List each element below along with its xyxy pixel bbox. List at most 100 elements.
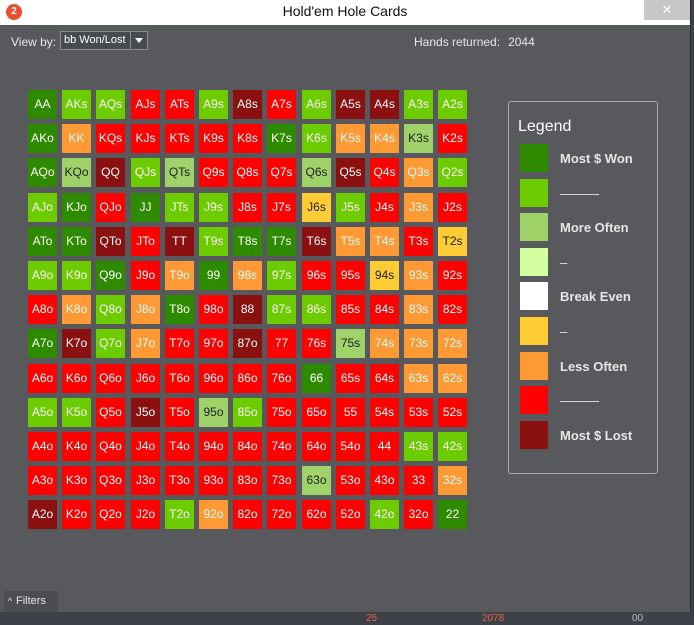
hand-cell-63s[interactable]: 63s (404, 364, 433, 393)
hand-cell-Q8s[interactable]: Q8s (233, 158, 262, 187)
hand-cell-99[interactable]: 99 (199, 261, 228, 290)
hand-cell-86o[interactable]: 86o (233, 364, 262, 393)
hand-cell-KTs[interactable]: KTs (165, 124, 194, 153)
hand-cell-J7s[interactable]: J7s (267, 193, 296, 222)
hand-cell-T4o[interactable]: T4o (165, 432, 194, 461)
hand-cell-75o[interactable]: 75o (267, 398, 296, 427)
hand-cell-Q3s[interactable]: Q3s (404, 158, 433, 187)
hand-cell-KK[interactable]: KK (62, 124, 91, 153)
hand-cell-J2s[interactable]: J2s (438, 193, 467, 222)
hand-cell-J6s[interactable]: J6s (302, 193, 331, 222)
hand-cell-86s[interactable]: 86s (302, 295, 331, 324)
hand-cell-53s[interactable]: 53s (404, 398, 433, 427)
hand-cell-K3s[interactable]: K3s (404, 124, 433, 153)
hand-cell-ATo[interactable]: ATo (28, 227, 57, 256)
hand-cell-98s[interactable]: 98s (233, 261, 262, 290)
hand-cell-93s[interactable]: 93s (404, 261, 433, 290)
hand-cell-T8s[interactable]: T8s (233, 227, 262, 256)
hand-cell-32o[interactable]: 32o (404, 500, 433, 529)
hand-cell-K7s[interactable]: K7s (267, 124, 296, 153)
hand-cell-A4s[interactable]: A4s (370, 90, 399, 119)
hand-cell-44[interactable]: 44 (370, 432, 399, 461)
hand-cell-QJs[interactable]: QJs (131, 158, 160, 187)
hand-cell-Q9s[interactable]: Q9s (199, 158, 228, 187)
hand-cell-Q4o[interactable]: Q4o (96, 432, 125, 461)
filters-toggle[interactable]: ^ Filters (4, 591, 58, 612)
hand-cell-K6s[interactable]: K6s (302, 124, 331, 153)
hand-cell-95o[interactable]: 95o (199, 398, 228, 427)
hand-cell-A8o[interactable]: A8o (28, 295, 57, 324)
hand-cell-Q8o[interactable]: Q8o (96, 295, 125, 324)
hand-cell-Q6o[interactable]: Q6o (96, 364, 125, 393)
hand-cell-A6s[interactable]: A6s (302, 90, 331, 119)
hand-cell-54o[interactable]: 54o (336, 432, 365, 461)
hand-cell-92o[interactable]: 92o (199, 500, 228, 529)
hand-cell-J3o[interactable]: J3o (131, 466, 160, 495)
hand-cell-97s[interactable]: 97s (267, 261, 296, 290)
hand-cell-TT[interactable]: TT (165, 227, 194, 256)
hand-cell-22[interactable]: 22 (438, 500, 467, 529)
hand-cell-87o[interactable]: 87o (233, 329, 262, 358)
hand-cell-A7o[interactable]: A7o (28, 329, 57, 358)
hand-cell-ATs[interactable]: ATs (165, 90, 194, 119)
hand-cell-KQs[interactable]: KQs (96, 124, 125, 153)
hand-cell-JJ[interactable]: JJ (131, 193, 160, 222)
hand-cell-66[interactable]: 66 (302, 364, 331, 393)
hand-cell-52s[interactable]: 52s (438, 398, 467, 427)
hand-cell-Q6s[interactable]: Q6s (302, 158, 331, 187)
hand-cell-A5o[interactable]: A5o (28, 398, 57, 427)
chevron-down-icon[interactable] (130, 32, 147, 49)
hand-cell-Q3o[interactable]: Q3o (96, 466, 125, 495)
hand-cell-K2o[interactable]: K2o (62, 500, 91, 529)
hand-cell-AJo[interactable]: AJo (28, 193, 57, 222)
hand-cell-J5s[interactable]: J5s (336, 193, 365, 222)
hand-cell-K9s[interactable]: K9s (199, 124, 228, 153)
hand-cell-AQs[interactable]: AQs (96, 90, 125, 119)
hand-cell-QQ[interactable]: QQ (96, 158, 125, 187)
hand-cell-Q9o[interactable]: Q9o (96, 261, 125, 290)
hand-cell-K9o[interactable]: K9o (62, 261, 91, 290)
hand-cell-72s[interactable]: 72s (438, 329, 467, 358)
hand-cell-43o[interactable]: 43o (370, 466, 399, 495)
hand-cell-42o[interactable]: 42o (370, 500, 399, 529)
hand-cell-J3s[interactable]: J3s (404, 193, 433, 222)
hand-cell-98o[interactable]: 98o (199, 295, 228, 324)
hand-cell-A5s[interactable]: A5s (336, 90, 365, 119)
hand-cell-T6s[interactable]: T6s (302, 227, 331, 256)
hand-cell-K3o[interactable]: K3o (62, 466, 91, 495)
hand-cell-64o[interactable]: 64o (302, 432, 331, 461)
hand-cell-K8o[interactable]: K8o (62, 295, 91, 324)
hand-cell-K4o[interactable]: K4o (62, 432, 91, 461)
hand-cell-53o[interactable]: 53o (336, 466, 365, 495)
hand-cell-T2s[interactable]: T2s (438, 227, 467, 256)
hand-cell-T5o[interactable]: T5o (165, 398, 194, 427)
hand-cell-JTs[interactable]: JTs (165, 193, 194, 222)
hand-cell-A9s[interactable]: A9s (199, 90, 228, 119)
hand-cell-T3o[interactable]: T3o (165, 466, 194, 495)
hand-cell-87s[interactable]: 87s (267, 295, 296, 324)
hand-cell-A2o[interactable]: A2o (28, 500, 57, 529)
hand-cell-84o[interactable]: 84o (233, 432, 262, 461)
hand-cell-85o[interactable]: 85o (233, 398, 262, 427)
hand-cell-T6o[interactable]: T6o (165, 364, 194, 393)
hand-cell-42s[interactable]: 42s (438, 432, 467, 461)
hand-cell-K6o[interactable]: K6o (62, 364, 91, 393)
hand-cell-A9o[interactable]: A9o (28, 261, 57, 290)
hand-cell-K5s[interactable]: K5s (336, 124, 365, 153)
hand-cell-74s[interactable]: 74s (370, 329, 399, 358)
hand-cell-AKo[interactable]: AKo (28, 124, 57, 153)
hand-cell-JTo[interactable]: JTo (131, 227, 160, 256)
hand-cell-T2o[interactable]: T2o (165, 500, 194, 529)
hand-cell-97o[interactable]: 97o (199, 329, 228, 358)
hand-cell-Q7o[interactable]: Q7o (96, 329, 125, 358)
hand-cell-75s[interactable]: 75s (336, 329, 365, 358)
hand-cell-85s[interactable]: 85s (336, 295, 365, 324)
hand-cell-T8o[interactable]: T8o (165, 295, 194, 324)
hand-cell-82o[interactable]: 82o (233, 500, 262, 529)
hand-cell-95s[interactable]: 95s (336, 261, 365, 290)
hand-cell-KJo[interactable]: KJo (62, 193, 91, 222)
hand-cell-77[interactable]: 77 (267, 329, 296, 358)
hand-cell-94s[interactable]: 94s (370, 261, 399, 290)
hand-cell-A8s[interactable]: A8s (233, 90, 262, 119)
hand-cell-52o[interactable]: 52o (336, 500, 365, 529)
